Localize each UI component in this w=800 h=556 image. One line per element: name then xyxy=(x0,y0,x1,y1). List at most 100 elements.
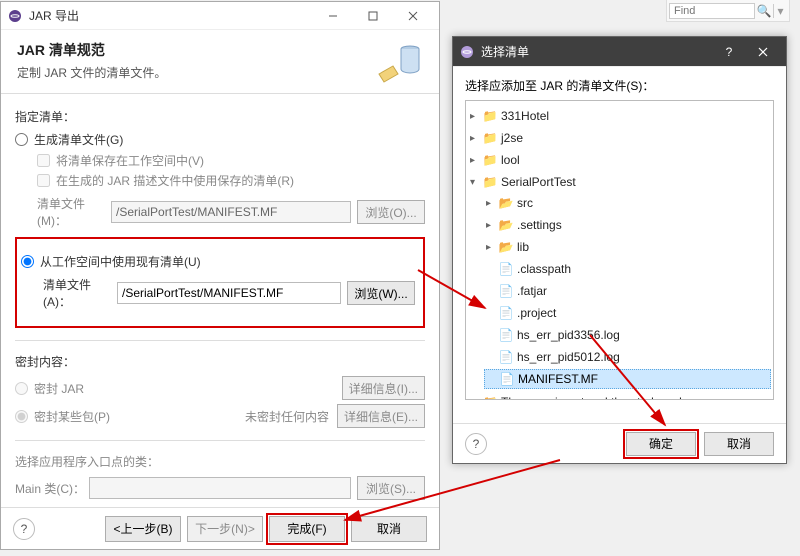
tree-item-file[interactable]: 📄.project xyxy=(484,303,771,323)
use-existing-label: 从工作空间中使用现有清单(U) xyxy=(40,253,201,270)
close-button[interactable] xyxy=(746,40,780,64)
manifest-file-a-label: 清单文件(A)： xyxy=(43,276,117,310)
find-input[interactable] xyxy=(669,3,755,19)
generate-manifest-label: 生成清单文件(G) xyxy=(34,131,123,148)
eclipse-icon xyxy=(459,44,475,60)
maximize-button[interactable] xyxy=(353,4,393,28)
next-button: 下一步(N)> xyxy=(187,516,263,542)
entry-point-label: 选择应用程序入口点的类： xyxy=(15,453,425,470)
dialog-heading: JAR 清单规范 xyxy=(17,40,423,60)
not-sealed-text: 未密封任何内容 xyxy=(245,408,329,425)
use-existing-option[interactable]: 从工作空间中使用现有清单(U) xyxy=(21,253,415,270)
help-icon[interactable]: ? xyxy=(13,518,35,540)
main-class-input xyxy=(89,477,351,499)
help-button[interactable]: ? xyxy=(712,40,746,64)
save-in-workspace-label: 将清单保存在工作空间中(V) xyxy=(56,152,204,169)
tree-item-file[interactable]: 📄hs_err_pid5012.log xyxy=(484,347,771,367)
use-existing-highlight: 从工作空间中使用现有清单(U) 清单文件(A)： 浏览(W)... xyxy=(15,237,425,328)
ok-button[interactable]: 确定 xyxy=(626,432,696,456)
search-icon[interactable]: 🔍 xyxy=(755,4,773,18)
main-class-label: Main 类(C)： xyxy=(15,480,89,497)
chevron-down-icon[interactable]: ▾ xyxy=(773,4,787,18)
seal-jar-label: 密封 JAR xyxy=(34,380,84,397)
cancel-button[interactable]: 取消 xyxy=(704,432,774,456)
titlebar: JAR 导出 xyxy=(1,2,439,30)
reuse-saved-label: 在生成的 JAR 描述文件中使用保存的清单(R) xyxy=(56,172,294,189)
specify-manifest-label: 指定清单： xyxy=(15,108,425,125)
use-existing-radio[interactable] xyxy=(21,255,34,268)
find-toolbar: 🔍 ▾ xyxy=(666,0,790,22)
tree-item-folder[interactable]: ▸📂src xyxy=(484,193,771,213)
window-buttons xyxy=(313,4,433,28)
folder-icon: 📂 xyxy=(498,239,514,255)
file-icon: 📄 xyxy=(498,349,514,365)
divider xyxy=(15,440,425,441)
project-icon: 📁 xyxy=(482,108,498,124)
project-icon: 📁 xyxy=(482,174,498,190)
reuse-saved-checkbox[interactable] xyxy=(37,174,50,187)
tree-item-project[interactable]: ▸📁331Hotel xyxy=(468,106,771,126)
window-buttons: ? xyxy=(712,40,780,64)
jar-icon xyxy=(377,38,425,86)
seal-some-option[interactable]: 密封某些包(P) 未密封任何内容 详细信息(E)... xyxy=(15,404,425,428)
manifest-file-a-row: 清单文件(A)： 浏览(W)... xyxy=(43,276,415,310)
project-icon: 📁 xyxy=(482,394,498,400)
tree-item-folder[interactable]: ▸📂.settings xyxy=(484,215,771,235)
generate-manifest-radio[interactable] xyxy=(15,133,28,146)
titlebar: 选择清单 ? xyxy=(453,37,786,67)
manifest-file-m-input xyxy=(111,201,351,223)
folder-icon: 📂 xyxy=(498,217,514,233)
dialog-header: JAR 清单规范 定制 JAR 文件的清单文件。 xyxy=(1,30,439,94)
eclipse-icon xyxy=(7,8,23,24)
file-icon: 📄 xyxy=(498,327,514,343)
close-button[interactable] xyxy=(393,4,433,28)
project-icon: 📁 xyxy=(482,152,498,168)
seal-jar-radio[interactable] xyxy=(15,382,28,395)
file-icon: 📄 xyxy=(498,261,514,277)
reuse-saved-option[interactable]: 在生成的 JAR 描述文件中使用保存的清单(R) xyxy=(37,172,425,189)
file-icon: 📄 xyxy=(498,305,514,321)
tree-item-file-selected[interactable]: 📄MANIFEST.MF xyxy=(484,369,771,389)
main-class-row: Main 类(C)： 浏览(S)... xyxy=(15,476,425,500)
tree-item-folder[interactable]: ▸📂lib xyxy=(484,237,771,257)
browse-o-button: 浏览(O)... xyxy=(357,200,425,224)
seal-jar-option[interactable]: 密封 JAR 详细信息(I)... xyxy=(15,376,425,400)
select-manifest-dialog: 选择清单 ? 选择应添加至 JAR 的清单文件(S)： ▸📁331Hotel ▸… xyxy=(452,36,787,464)
divider xyxy=(15,340,425,341)
file-icon: 📄 xyxy=(498,283,514,299)
manifest-file-a-input[interactable] xyxy=(117,282,341,304)
window-title: JAR 导出 xyxy=(29,7,313,24)
help-icon[interactable]: ? xyxy=(465,433,487,455)
minimize-button[interactable] xyxy=(313,4,353,28)
cancel-button[interactable]: 取消 xyxy=(351,516,427,542)
manifest-file-m-row: 清单文件(M)： 浏览(O)... xyxy=(37,195,425,229)
tree-item-project[interactable]: ▾📁SerialPortTest xyxy=(468,172,771,192)
tree-item-project[interactable]: ▸📁lool xyxy=(468,150,771,170)
dialog-footer: ? <上一步(B) 下一步(N)> 完成(F) 取消 xyxy=(1,507,439,549)
seal-content-label: 密封内容： xyxy=(15,353,425,370)
select-footer: ? 确定 取消 xyxy=(453,423,786,463)
back-button[interactable]: <上一步(B) xyxy=(105,516,181,542)
select-prompt: 选择应添加至 JAR 的清单文件(S)： xyxy=(465,77,774,94)
details-i-button: 详细信息(I)... xyxy=(342,376,425,400)
jar-export-dialog: JAR 导出 JAR 清单规范 定制 JAR 文件的清单文件。 指定清单： 生成… xyxy=(0,1,440,550)
project-tree[interactable]: ▸📁331Hotel ▸📁j2se ▸📁lool ▾📁SerialPortTes… xyxy=(465,100,774,400)
folder-icon: 📂 xyxy=(498,195,514,211)
window-title: 选择清单 xyxy=(481,43,712,60)
save-in-workspace-checkbox[interactable] xyxy=(37,154,50,167)
seal-some-label: 密封某些包(P) xyxy=(34,408,110,425)
tree-item-file[interactable]: 📄hs_err_pid3356.log xyxy=(484,325,771,345)
browse-s-button: 浏览(S)... xyxy=(357,476,425,500)
seal-some-radio[interactable] xyxy=(15,410,28,423)
tree-item-file[interactable]: 📄.fatjar xyxy=(484,281,771,301)
generate-manifest-option[interactable]: 生成清单文件(G) xyxy=(15,131,425,148)
tree-item-project[interactable]: ▸📁The experiment and the studywork xyxy=(468,392,771,400)
project-icon: 📁 xyxy=(482,130,498,146)
details-e-button: 详细信息(E)... xyxy=(337,404,425,428)
finish-button[interactable]: 完成(F) xyxy=(269,516,345,542)
browse-w-button[interactable]: 浏览(W)... xyxy=(347,281,415,305)
tree-item-file[interactable]: 📄.classpath xyxy=(484,259,771,279)
save-in-workspace-option[interactable]: 将清单保存在工作空间中(V) xyxy=(37,152,425,169)
tree-item-project[interactable]: ▸📁j2se xyxy=(468,128,771,148)
dialog-subheading: 定制 JAR 文件的清单文件。 xyxy=(17,64,423,81)
